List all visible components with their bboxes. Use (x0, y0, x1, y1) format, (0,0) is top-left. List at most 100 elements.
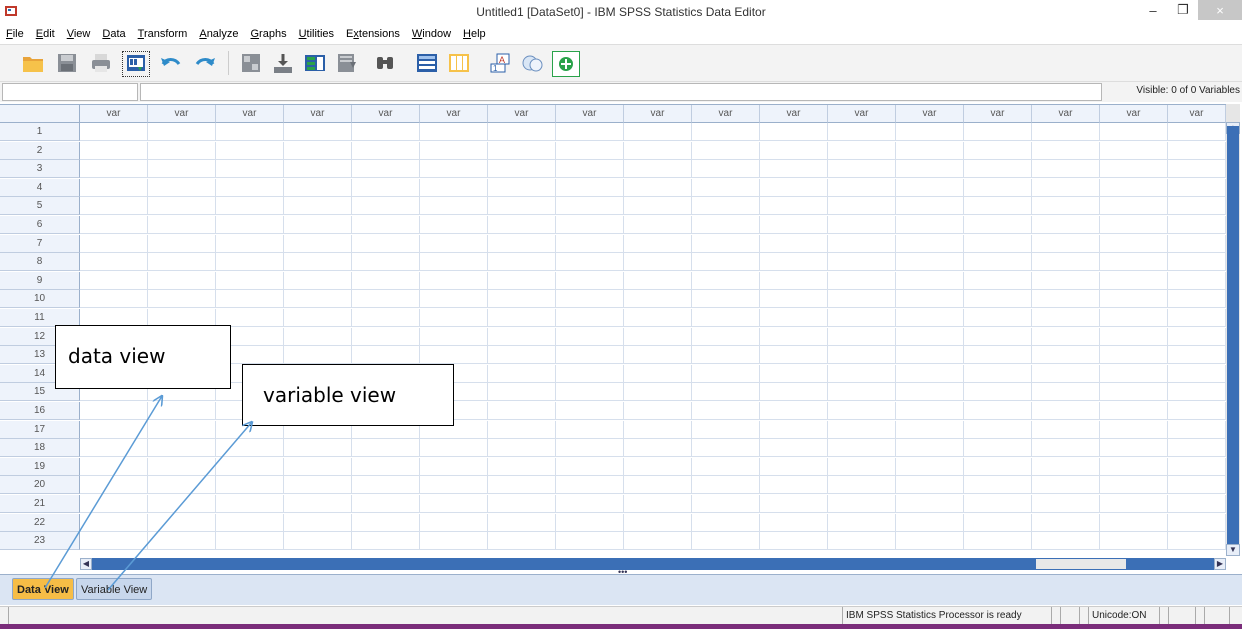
data-cell[interactable] (964, 327, 1032, 346)
data-cell[interactable] (1100, 420, 1168, 439)
data-cell[interactable] (1100, 402, 1168, 420)
data-cell[interactable] (964, 197, 1032, 216)
data-cell[interactable] (1032, 290, 1100, 309)
data-cell[interactable] (1032, 402, 1100, 420)
data-cell[interactable] (828, 178, 896, 197)
data-cell[interactable] (148, 532, 216, 551)
horizontal-scrollbar[interactable]: ◀ ▶ (80, 558, 1226, 570)
data-cell[interactable] (148, 402, 216, 420)
data-cell[interactable] (284, 271, 352, 290)
data-cell[interactable] (1100, 309, 1168, 327)
goto-variable-icon[interactable] (270, 51, 296, 75)
data-cell[interactable] (692, 346, 760, 365)
data-cell[interactable] (284, 476, 352, 495)
data-cell[interactable] (556, 290, 624, 309)
data-cell[interactable] (80, 216, 148, 234)
data-cell[interactable] (352, 123, 420, 141)
data-cell[interactable] (760, 457, 828, 476)
data-cell[interactable] (964, 402, 1032, 420)
data-cell[interactable] (488, 402, 556, 420)
data-cell[interactable] (216, 271, 284, 290)
menu-item[interactable]: Window (406, 28, 457, 40)
data-cell[interactable] (148, 513, 216, 532)
data-cell[interactable] (828, 141, 896, 160)
data-cell[interactable] (896, 253, 964, 272)
data-cell[interactable] (964, 290, 1032, 309)
data-cell[interactable] (80, 197, 148, 216)
data-cell[interactable] (964, 532, 1032, 551)
data-cell[interactable] (80, 457, 148, 476)
data-cell[interactable] (556, 160, 624, 179)
data-cell[interactable] (896, 216, 964, 234)
data-cell[interactable] (488, 457, 556, 476)
data-cell[interactable] (828, 197, 896, 216)
data-cell[interactable] (1100, 364, 1168, 383)
data-cell[interactable] (148, 420, 216, 439)
data-cell[interactable] (828, 495, 896, 513)
data-cell[interactable] (284, 532, 352, 551)
data-cell[interactable] (556, 271, 624, 290)
data-cell[interactable] (760, 439, 828, 458)
menu-item[interactable]: View (61, 28, 97, 40)
data-cell[interactable] (1168, 123, 1226, 141)
data-cell[interactable] (760, 513, 828, 532)
row-header[interactable]: 10 (0, 290, 80, 309)
data-cell[interactable] (624, 197, 692, 216)
data-cell[interactable] (760, 327, 828, 346)
data-cell[interactable] (692, 309, 760, 327)
open-icon[interactable] (20, 51, 46, 75)
data-cell[interactable] (692, 197, 760, 216)
tab-data-view[interactable]: Data View (12, 578, 74, 600)
data-cell[interactable] (896, 123, 964, 141)
menu-item[interactable]: Analyze (193, 28, 244, 40)
data-cell[interactable] (1100, 271, 1168, 290)
data-cell[interactable] (896, 495, 964, 513)
data-cell[interactable] (352, 346, 420, 365)
data-cell[interactable] (420, 123, 488, 141)
data-cell[interactable] (284, 439, 352, 458)
recall-dialog-icon[interactable] (122, 51, 150, 77)
data-cell[interactable] (624, 495, 692, 513)
data-cell[interactable] (828, 364, 896, 383)
data-cell[interactable] (488, 141, 556, 160)
data-cell[interactable] (1100, 141, 1168, 160)
menu-item[interactable]: Graphs (244, 28, 292, 40)
data-cell[interactable] (964, 234, 1032, 253)
data-cell[interactable] (1032, 160, 1100, 179)
column-header[interactable]: var (1168, 105, 1226, 123)
row-header[interactable]: 4 (0, 178, 80, 197)
data-cell[interactable] (1032, 253, 1100, 272)
data-cell[interactable] (1168, 216, 1226, 234)
data-cell[interactable] (216, 290, 284, 309)
data-cell[interactable] (896, 513, 964, 532)
data-cell[interactable] (1032, 364, 1100, 383)
data-cell[interactable] (216, 476, 284, 495)
data-cell[interactable] (80, 234, 148, 253)
row-header[interactable]: 21 (0, 495, 80, 513)
column-header[interactable]: var (284, 105, 352, 123)
data-cell[interactable] (216, 123, 284, 141)
data-cell[interactable] (624, 234, 692, 253)
data-cell[interactable] (80, 141, 148, 160)
data-cell[interactable] (80, 513, 148, 532)
data-cell[interactable] (556, 457, 624, 476)
data-cell[interactable] (1168, 271, 1226, 290)
data-cell[interactable] (624, 290, 692, 309)
data-cell[interactable] (488, 253, 556, 272)
column-header[interactable]: var (352, 105, 420, 123)
data-cell[interactable] (216, 457, 284, 476)
data-cell[interactable] (964, 513, 1032, 532)
data-cell[interactable] (352, 197, 420, 216)
data-cell[interactable] (760, 532, 828, 551)
data-cell[interactable] (896, 141, 964, 160)
data-cell[interactable] (80, 178, 148, 197)
data-cell[interactable] (692, 178, 760, 197)
column-header[interactable]: var (624, 105, 692, 123)
column-header[interactable]: var (896, 105, 964, 123)
data-cell[interactable] (1168, 532, 1226, 551)
data-cell[interactable] (760, 290, 828, 309)
data-cell[interactable] (964, 123, 1032, 141)
data-cell[interactable] (760, 420, 828, 439)
column-header[interactable]: var (80, 105, 148, 123)
data-cell[interactable] (1032, 197, 1100, 216)
